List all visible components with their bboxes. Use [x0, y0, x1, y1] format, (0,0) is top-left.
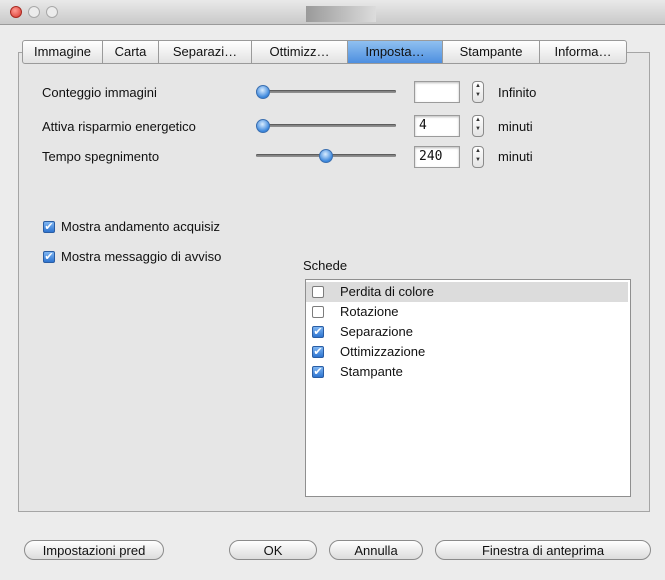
- slider-track: [256, 124, 396, 127]
- cancel-button[interactable]: Annulla: [329, 540, 423, 560]
- list-item-checkbox[interactable]: ✔: [312, 286, 324, 298]
- energy-saving-label: Attiva risparmio energetico: [42, 119, 196, 134]
- list-item[interactable]: ✔ Separazione: [306, 322, 628, 342]
- image-count-slider[interactable]: [256, 85, 396, 99]
- tab-immagine[interactable]: Immagine: [23, 41, 103, 63]
- stepper-up-icon[interactable]: ▲: [475, 117, 481, 123]
- energy-saving-slider[interactable]: [256, 119, 396, 133]
- shutdown-time-field[interactable]: 240: [414, 146, 460, 168]
- slider-knob[interactable]: [319, 149, 333, 163]
- tab-stampante[interactable]: Stampante: [443, 41, 540, 63]
- ok-button[interactable]: OK: [229, 540, 317, 560]
- list-item-checkbox[interactable]: ✔: [312, 346, 324, 358]
- list-item-checkbox[interactable]: ✔: [312, 326, 324, 338]
- close-window-icon[interactable]: [10, 6, 22, 18]
- list-item-label: Separazione: [340, 324, 413, 339]
- list-item[interactable]: ✔ Rotazione: [306, 302, 628, 322]
- stepper-down-icon[interactable]: ▼: [475, 126, 481, 132]
- list-item-label: Rotazione: [340, 304, 399, 319]
- tabs-list-title: Schede: [303, 258, 348, 273]
- list-item-checkbox[interactable]: ✔: [312, 366, 324, 378]
- stepper-up-icon[interactable]: ▲: [475, 148, 481, 154]
- check-icon: ✔: [313, 366, 323, 378]
- slider-track: [256, 90, 396, 93]
- list-item-label: Ottimizzazione: [340, 344, 426, 359]
- energy-saving-stepper[interactable]: ▲ ▼: [472, 115, 484, 137]
- stepper-down-icon[interactable]: ▼: [475, 92, 481, 98]
- image-count-label: Conteggio immagini: [42, 85, 157, 100]
- shutdown-time-stepper[interactable]: ▲ ▼: [472, 146, 484, 168]
- stepper-up-icon[interactable]: ▲: [475, 83, 481, 89]
- list-item[interactable]: ✔ Ottimizzazione: [306, 342, 628, 362]
- list-item-label: Perdita di colore: [340, 284, 434, 299]
- list-item-label: Stampante: [340, 364, 403, 379]
- tab-carta[interactable]: Carta: [103, 41, 159, 63]
- show-progress-label[interactable]: Mostra andamento acquisiz: [61, 219, 220, 234]
- list-item[interactable]: ✔ Stampante: [306, 362, 628, 382]
- shutdown-time-unit: minuti: [498, 149, 533, 164]
- check-icon: ✔: [313, 346, 323, 358]
- image-count-field[interactable]: [414, 81, 460, 103]
- energy-saving-unit: minuti: [498, 119, 533, 134]
- slider-knob[interactable]: [256, 119, 270, 133]
- window-title-placeholder: [306, 6, 376, 22]
- check-icon: ✔: [44, 251, 54, 263]
- check-icon: ✔: [44, 221, 54, 233]
- show-warning-checkbox[interactable]: ✔: [43, 251, 55, 263]
- tab-ottimizzazione[interactable]: Ottimizz…: [252, 41, 348, 63]
- tabs-listbox[interactable]: ✔ Perdita di colore ✔ Rotazione ✔ Separa…: [305, 279, 631, 497]
- image-count-unit: Infinito: [498, 85, 537, 100]
- check-icon: ✔: [313, 326, 323, 338]
- tab-impostazioni[interactable]: Imposta…: [348, 41, 443, 63]
- defaults-button[interactable]: Impostazioni pred: [24, 540, 164, 560]
- list-item-checkbox[interactable]: ✔: [312, 306, 324, 318]
- show-progress-checkbox[interactable]: ✔: [43, 221, 55, 233]
- slider-knob[interactable]: [256, 85, 270, 99]
- image-count-stepper[interactable]: ▲ ▼: [472, 81, 484, 103]
- shutdown-time-label: Tempo spegnimento: [42, 149, 160, 164]
- list-item[interactable]: ✔ Perdita di colore: [306, 282, 628, 302]
- shutdown-time-slider[interactable]: [256, 149, 396, 163]
- show-warning-label[interactable]: Mostra messaggio di avviso: [61, 249, 221, 264]
- tab-separazione[interactable]: Separazi…: [159, 41, 252, 63]
- tab-bar: Immagine Carta Separazi… Ottimizz… Impos…: [22, 40, 627, 64]
- energy-saving-field[interactable]: 4: [414, 115, 460, 137]
- zoom-window-icon[interactable]: [46, 6, 58, 18]
- stepper-down-icon[interactable]: ▼: [475, 157, 481, 163]
- tab-informazioni[interactable]: Informa…: [540, 41, 626, 63]
- window-titlebar[interactable]: [0, 0, 665, 25]
- minimize-window-icon[interactable]: [28, 6, 40, 18]
- preview-window-button[interactable]: Finestra di anteprima: [435, 540, 651, 560]
